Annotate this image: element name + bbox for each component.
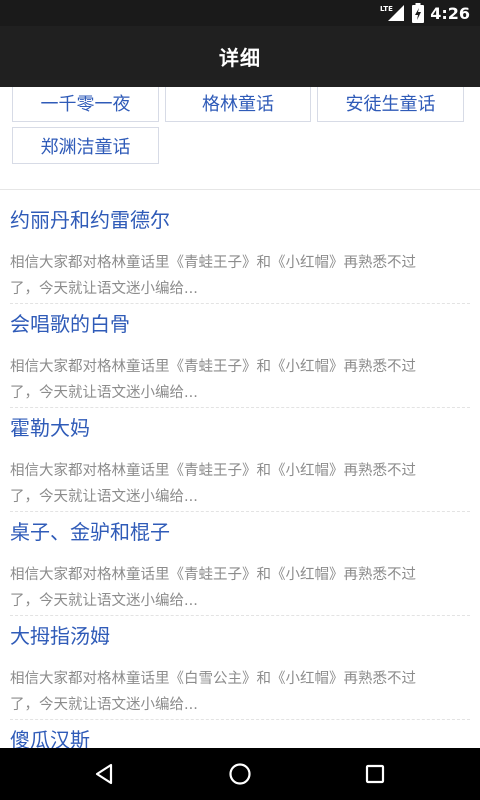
article-title[interactable]: 约丽丹和约雷德尔 <box>10 200 170 240</box>
status-time: 4:26 <box>430 3 470 23</box>
category-tag-label: 安徒生童话 <box>345 93 436 115</box>
article-summary: 相信大家都对格林童话里《青蛙王子》和《小红帽》再熟悉不过 了，今天就让语文迷小编… <box>10 562 470 614</box>
back-button[interactable] <box>75 748 135 800</box>
category-tag-label: 格林童话 <box>202 93 274 115</box>
category-tag-1001-nights[interactable]: 一千零一夜 <box>12 87 159 122</box>
article-title[interactable]: 傻瓜汉斯 <box>10 720 90 748</box>
article-summary: 相信大家都对格林童话里《青蛙王子》和《小红帽》再熟悉不过 了，今天就让语文迷小编… <box>10 354 470 406</box>
network-label: LTE <box>380 5 393 13</box>
signal-icon: LTE <box>380 5 405 21</box>
status-bar: LTE 4:26 <box>0 0 480 26</box>
article-summary-line: 相信大家都对格林童话里《青蛙王子》和《小红帽》再熟悉不过 <box>10 463 416 479</box>
recents-icon <box>365 764 385 784</box>
article-summary-line: 相信大家都对格林童话里《青蛙王子》和《小红帽》再熟悉不过 <box>10 567 416 583</box>
system-nav-bar <box>0 748 480 800</box>
article-summary-line: 相信大家都对格林童话里《白雪公主》和《小红帽》再熟悉不过 <box>10 671 416 687</box>
article-summary: 相信大家都对格林童话里《青蛙王子》和《小红帽》再熟悉不过 了，今天就让语文迷小编… <box>10 250 470 302</box>
article-summary-line: 了，今天就让语文迷小编给... <box>10 281 198 297</box>
article-summary-line: 了，今天就让语文迷小编给... <box>10 385 198 401</box>
article-summary-line: 了，今天就让语文迷小编给... <box>10 697 198 713</box>
category-tag-grimm[interactable]: 格林童话 <box>165 87 311 122</box>
category-tag-label: 一千零一夜 <box>40 93 131 115</box>
list-item[interactable]: 约丽丹和约雷德尔 相信大家都对格林童话里《青蛙王子》和《小红帽》再熟悉不过 了，… <box>10 200 470 304</box>
home-button[interactable] <box>210 748 270 800</box>
back-icon <box>95 763 113 785</box>
content-area[interactable]: 一千零一夜 格林童话 安徒生童话 郑渊洁童话 约丽丹和约雷德尔 相信大家都对格林… <box>0 87 480 748</box>
status-icons: LTE 4:26 <box>380 0 470 26</box>
section-divider <box>0 189 480 190</box>
app-bar: 详细 <box>0 26 480 87</box>
home-icon <box>229 763 251 785</box>
category-tag-zheng-yuanjie[interactable]: 郑渊洁童话 <box>12 127 159 164</box>
list-item[interactable]: 大拇指汤姆 相信大家都对格林童话里《白雪公主》和《小红帽》再熟悉不过 了，今天就… <box>10 616 470 720</box>
article-summary-line: 了，今天就让语文迷小编给... <box>10 593 198 609</box>
article-title[interactable]: 大拇指汤姆 <box>10 616 110 656</box>
article-title[interactable]: 桌子、金驴和棍子 <box>10 512 170 552</box>
article-summary-line: 了，今天就让语文迷小编给... <box>10 489 198 505</box>
list-item[interactable]: 傻瓜汉斯 <box>10 720 470 748</box>
category-tag-label: 郑渊洁童话 <box>40 136 131 158</box>
page-title: 详细 <box>219 46 261 70</box>
article-summary: 相信大家都对格林童话里《青蛙王子》和《小红帽》再熟悉不过 了，今天就让语文迷小编… <box>10 458 470 510</box>
article-summary-line: 相信大家都对格林童话里《青蛙王子》和《小红帽》再熟悉不过 <box>10 255 416 271</box>
list-item[interactable]: 桌子、金驴和棍子 相信大家都对格林童话里《青蛙王子》和《小红帽》再熟悉不过 了，… <box>10 512 470 616</box>
category-tag-andersen[interactable]: 安徒生童话 <box>317 87 464 122</box>
list-item[interactable]: 会唱歌的白骨 相信大家都对格林童话里《青蛙王子》和《小红帽》再熟悉不过 了，今天… <box>10 304 470 408</box>
article-summary-line: 相信大家都对格林童话里《青蛙王子》和《小红帽》再熟悉不过 <box>10 359 416 375</box>
battery-icon <box>412 3 425 23</box>
recents-button[interactable] <box>345 748 405 800</box>
article-title[interactable]: 霍勒大妈 <box>10 408 90 448</box>
article-summary: 相信大家都对格林童话里《白雪公主》和《小红帽》再熟悉不过 了，今天就让语文迷小编… <box>10 666 470 718</box>
article-title[interactable]: 会唱歌的白骨 <box>10 304 130 344</box>
list-item[interactable]: 霍勒大妈 相信大家都对格林童话里《青蛙王子》和《小红帽》再熟悉不过 了，今天就让… <box>10 408 470 512</box>
